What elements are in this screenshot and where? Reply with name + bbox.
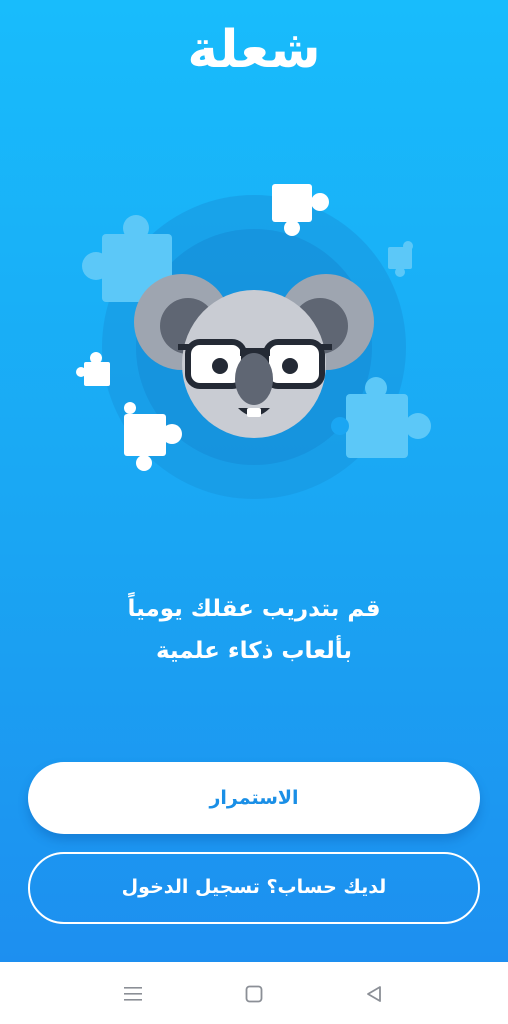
back-triangle-icon[interactable] [359, 979, 389, 1009]
home-square-icon[interactable] [239, 979, 269, 1009]
koala-illustration [76, 184, 431, 499]
system-navigation-bar [0, 962, 508, 1024]
tagline-line-2: بألعاب ذكاء علمية [155, 638, 353, 664]
tagline-line-1: قم بتدريب عقلك يومياً [127, 596, 381, 622]
app-logo: شعلة [187, 20, 321, 80]
continue-button[interactable]: الاستمرار [28, 762, 480, 834]
onboarding-screen: شعلة قم بتدريب عقلك يومياً بألعاب ذكاء ع… [0, 0, 508, 962]
login-button[interactable]: لديك حساب؟ تسجيل الدخول [28, 852, 480, 924]
puzzle-piece-icon-right-small [388, 241, 413, 277]
menu-icon[interactable] [118, 979, 148, 1009]
onboarding-tagline: قم بتدريب عقلك يومياً بألعاب ذكاء علمية [0, 588, 508, 672]
